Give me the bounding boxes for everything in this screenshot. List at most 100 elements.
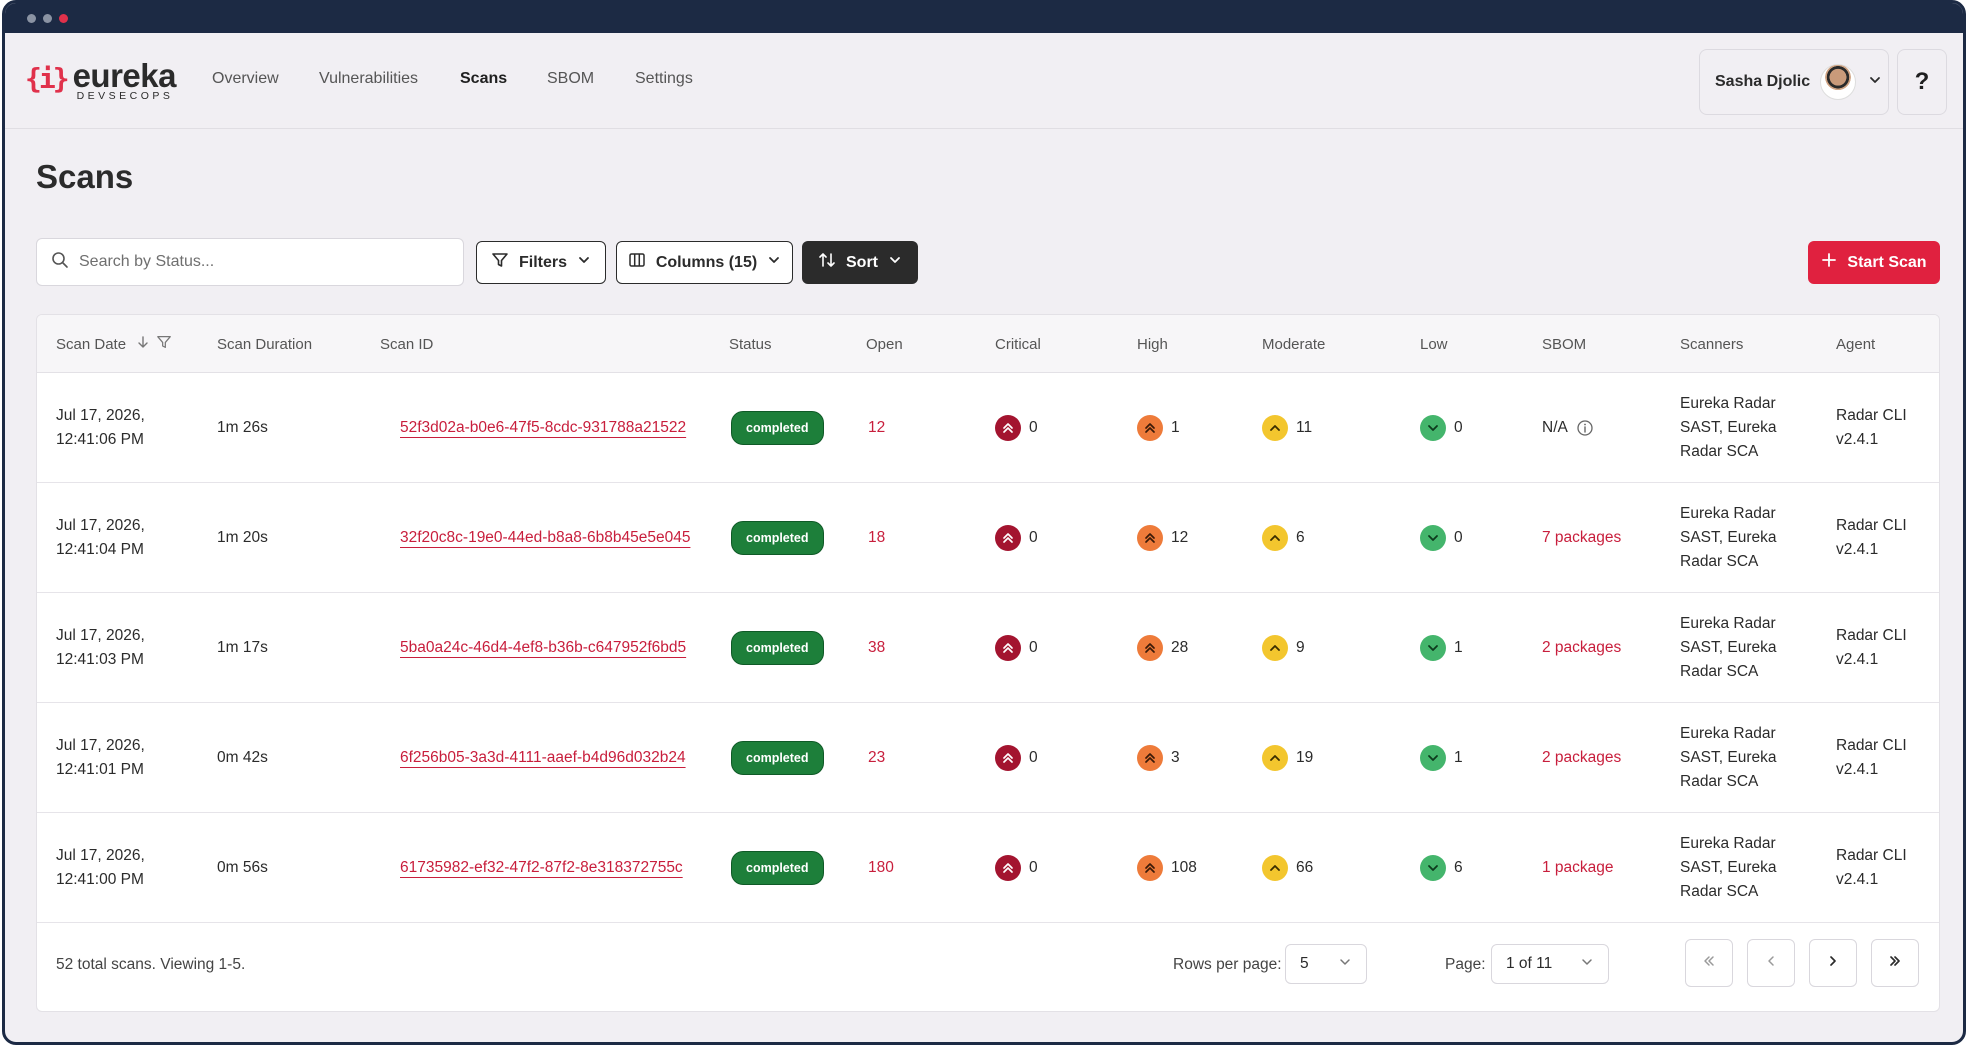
column-header-scan-id[interactable]: Scan ID bbox=[380, 315, 433, 373]
table-header: Scan Date Scan Duration Scan ID Status O… bbox=[37, 315, 1939, 373]
open-count[interactable]: 180 bbox=[868, 813, 894, 923]
scan-date-cell: Jul 17, 2026, 12:41:01 PM bbox=[56, 703, 145, 813]
nav-settings[interactable]: Settings bbox=[635, 70, 693, 88]
agent-name: Radar CLI bbox=[1836, 407, 1907, 424]
sbom-value[interactable]: 1 package bbox=[1542, 856, 1614, 880]
status-badge: completed bbox=[731, 741, 824, 775]
search-input[interactable] bbox=[79, 253, 449, 271]
sbom-value[interactable]: 7 packages bbox=[1542, 526, 1621, 550]
open-count[interactable]: 38 bbox=[868, 593, 885, 703]
table-row[interactable]: Jul 17, 2026, 12:41:00 PM 0m 56s 61735982-e… bbox=[37, 813, 1939, 923]
scan-id-link[interactable]: 5ba0a24c-46d4-4ef8-b36b-c647952f6bd5 bbox=[400, 636, 686, 660]
column-header-scan-date[interactable]: Scan Date bbox=[56, 315, 172, 373]
table-row[interactable]: Jul 17, 2026, 12:41:06 PM 1m 26s 52f3d02a-b… bbox=[37, 373, 1939, 483]
agent-name: Radar CLI bbox=[1836, 737, 1907, 754]
column-header-sbom[interactable]: SBOM bbox=[1542, 315, 1586, 373]
window-minimize-button[interactable] bbox=[43, 14, 52, 23]
scans-table: Scan Date Scan Duration Scan ID Status O… bbox=[36, 314, 1940, 1012]
open-count[interactable]: 23 bbox=[868, 703, 885, 813]
moderate-cell: 6 bbox=[1262, 483, 1305, 593]
chevron-down-icon bbox=[1580, 955, 1594, 974]
high-count: 12 bbox=[1171, 529, 1189, 546]
arrow-down-icon[interactable] bbox=[136, 335, 150, 353]
table-row[interactable]: Jul 17, 2026, 12:41:03 PM 1m 17s 5ba0a24c-4… bbox=[37, 593, 1939, 703]
next-page-button[interactable] bbox=[1809, 939, 1857, 987]
column-header-high[interactable]: High bbox=[1137, 315, 1168, 373]
scanners-line: Eureka Radar bbox=[1680, 505, 1776, 522]
sbom-cell: N/A bbox=[1542, 373, 1594, 483]
column-header-moderate[interactable]: Moderate bbox=[1262, 315, 1325, 373]
user-menu[interactable]: Sasha Djolic bbox=[1699, 49, 1889, 115]
agent-name: Radar CLI bbox=[1836, 847, 1907, 864]
start-scan-button[interactable]: Start Scan bbox=[1808, 241, 1940, 284]
sbom-cell[interactable]: 7 packages bbox=[1542, 483, 1621, 593]
column-header-scan-duration[interactable]: Scan Duration bbox=[217, 315, 312, 373]
nav-scans[interactable]: Scans bbox=[460, 70, 507, 88]
page-label: Page: bbox=[1445, 956, 1486, 973]
brand-logo[interactable]: {i} eureka DEVSECOPS bbox=[25, 59, 177, 102]
sbom-value: N/A bbox=[1542, 419, 1568, 436]
search-box[interactable] bbox=[36, 238, 464, 286]
scan-id-link[interactable]: 32f20c8c-19e0-44ed-b8a8-6b8b45e5e045 bbox=[400, 526, 690, 550]
column-header-critical[interactable]: Critical bbox=[995, 315, 1041, 373]
nav-vulnerabilities[interactable]: Vulnerabilities bbox=[319, 70, 418, 88]
sort-icon bbox=[818, 251, 836, 274]
moderate-severity-icon bbox=[1262, 745, 1288, 771]
table-row[interactable]: Jul 17, 2026, 12:41:01 PM 0m 42s 6f256b05-3… bbox=[37, 703, 1939, 813]
open-count[interactable]: 18 bbox=[868, 483, 885, 593]
sbom-value[interactable]: 2 packages bbox=[1542, 746, 1621, 770]
filters-button[interactable]: Filters bbox=[476, 241, 606, 284]
high-cell: 3 bbox=[1137, 703, 1180, 813]
scan-id-link[interactable]: 6f256b05-3a3d-4111-aaef-b4d96d032b24 bbox=[400, 746, 686, 770]
scanners-cell: Eureka Radar SAST, Eureka Radar SCA bbox=[1680, 813, 1777, 923]
first-page-button[interactable] bbox=[1685, 939, 1733, 987]
scanners-line: Eureka Radar bbox=[1680, 615, 1776, 632]
help-button[interactable]: ? bbox=[1897, 49, 1947, 115]
high-count: 108 bbox=[1171, 859, 1197, 876]
window-maximize-button[interactable] bbox=[59, 14, 68, 23]
moderate-severity-icon bbox=[1262, 635, 1288, 661]
sbom-cell[interactable]: 2 packages bbox=[1542, 703, 1621, 813]
critical-count: 0 bbox=[1029, 529, 1038, 546]
agent-version: v2.4.1 bbox=[1836, 541, 1879, 558]
nav-overview[interactable]: Overview bbox=[212, 70, 279, 88]
critical-cell: 0 bbox=[995, 813, 1038, 923]
sbom-cell[interactable]: 2 packages bbox=[1542, 593, 1621, 703]
window-close-button[interactable] bbox=[27, 14, 36, 23]
sbom-value[interactable]: 2 packages bbox=[1542, 636, 1621, 660]
scan-id-link[interactable]: 52f3d02a-b0e6-47f5-8cdc-931788a21522 bbox=[400, 416, 686, 440]
scan-id-link[interactable]: 61735982-ef32-47f2-87f2-8e318372755c bbox=[400, 856, 683, 880]
scan-duration: 1m 26s bbox=[217, 419, 268, 436]
filter-icon[interactable] bbox=[156, 334, 172, 354]
column-header-agent[interactable]: Agent bbox=[1836, 315, 1875, 373]
table-row[interactable]: Jul 17, 2026, 12:41:04 PM 1m 20s 32f20c8c-1… bbox=[37, 483, 1939, 593]
scan-date-cell: Jul 17, 2026, 12:41:00 PM bbox=[56, 813, 145, 923]
status-badge: completed bbox=[731, 521, 824, 555]
sbom-cell[interactable]: 1 package bbox=[1542, 813, 1614, 923]
column-header-label: Scan Date bbox=[56, 335, 127, 353]
nav-sbom[interactable]: SBOM bbox=[547, 70, 594, 88]
next-page-icon bbox=[1825, 953, 1841, 974]
columns-icon bbox=[628, 251, 646, 274]
scanners-line: Radar SCA bbox=[1680, 773, 1759, 790]
critical-severity-icon bbox=[995, 415, 1021, 441]
chevron-down-icon bbox=[767, 253, 781, 272]
page-select[interactable]: 1 of 11 bbox=[1491, 944, 1609, 984]
column-header-status[interactable]: Status bbox=[729, 315, 772, 373]
scanners-line: SAST, Eureka bbox=[1680, 859, 1777, 876]
status-badge: completed bbox=[731, 411, 824, 445]
rows-per-page-select[interactable]: 5 bbox=[1285, 944, 1367, 984]
info-icon[interactable] bbox=[1576, 419, 1594, 437]
columns-button[interactable]: Columns (15) bbox=[616, 241, 793, 284]
column-header-low[interactable]: Low bbox=[1420, 315, 1448, 373]
logo-tagline: DEVSECOPS bbox=[76, 90, 174, 102]
open-count[interactable]: 12 bbox=[868, 373, 885, 483]
status-cell: completed bbox=[731, 813, 824, 923]
column-header-open[interactable]: Open bbox=[866, 315, 903, 373]
prev-page-button[interactable] bbox=[1747, 939, 1795, 987]
help-label: ? bbox=[1914, 68, 1930, 95]
sort-button[interactable]: Sort bbox=[802, 241, 918, 284]
last-page-button[interactable] bbox=[1871, 939, 1919, 987]
window-titlebar bbox=[5, 3, 1963, 33]
column-header-scanners[interactable]: Scanners bbox=[1680, 315, 1743, 373]
